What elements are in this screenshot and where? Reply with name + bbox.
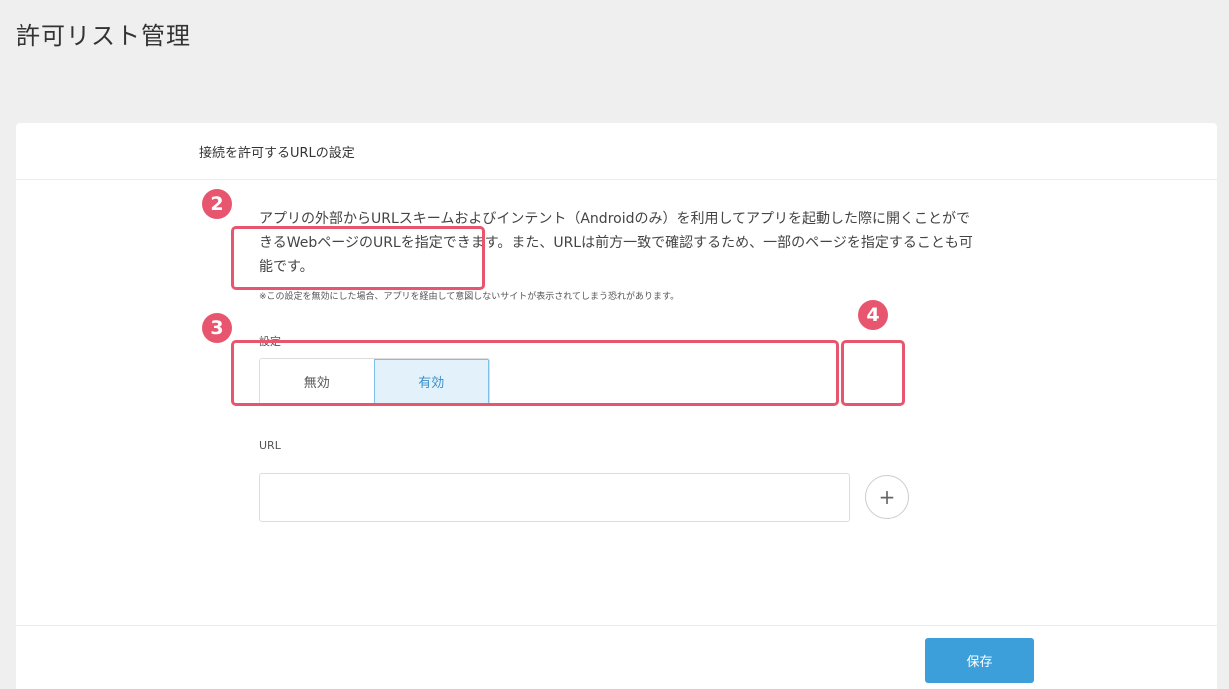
page-title: 許可リスト管理 <box>16 22 191 50</box>
setting-label: 設定 <box>259 335 281 348</box>
card-header: 接続を許可するURLの設定 <box>16 123 1217 180</box>
settings-card: 接続を許可するURLの設定 アプリの外部からURLスキームおよびインテント（An… <box>16 123 1217 689</box>
url-input[interactable] <box>259 473 850 522</box>
footer-divider <box>16 625 1217 626</box>
save-button[interactable]: 保存 <box>925 638 1034 683</box>
toggle-disabled-button[interactable]: 無効 <box>260 359 374 404</box>
annotation-badge-4: 4 <box>858 300 888 330</box>
annotation-badge-3: 3 <box>202 313 232 343</box>
toggle-enabled-button[interactable]: 有効 <box>373 359 489 404</box>
description-text: アプリの外部からURLスキームおよびインテント（Androidのみ）を利用してア… <box>259 211 973 275</box>
plus-icon: + <box>878 485 896 509</box>
warning-note: ※この設定を無効にした場合、アプリを経由して意図しないサイトが表示されてしまう恐… <box>259 292 680 302</box>
card-title: 接続を許可するURLの設定 <box>199 145 355 161</box>
setting-toggle: 無効 有効 <box>259 358 490 405</box>
url-label: URL <box>259 439 281 452</box>
annotation-badge-2: 2 <box>202 189 232 219</box>
add-url-button[interactable]: + <box>865 475 909 519</box>
